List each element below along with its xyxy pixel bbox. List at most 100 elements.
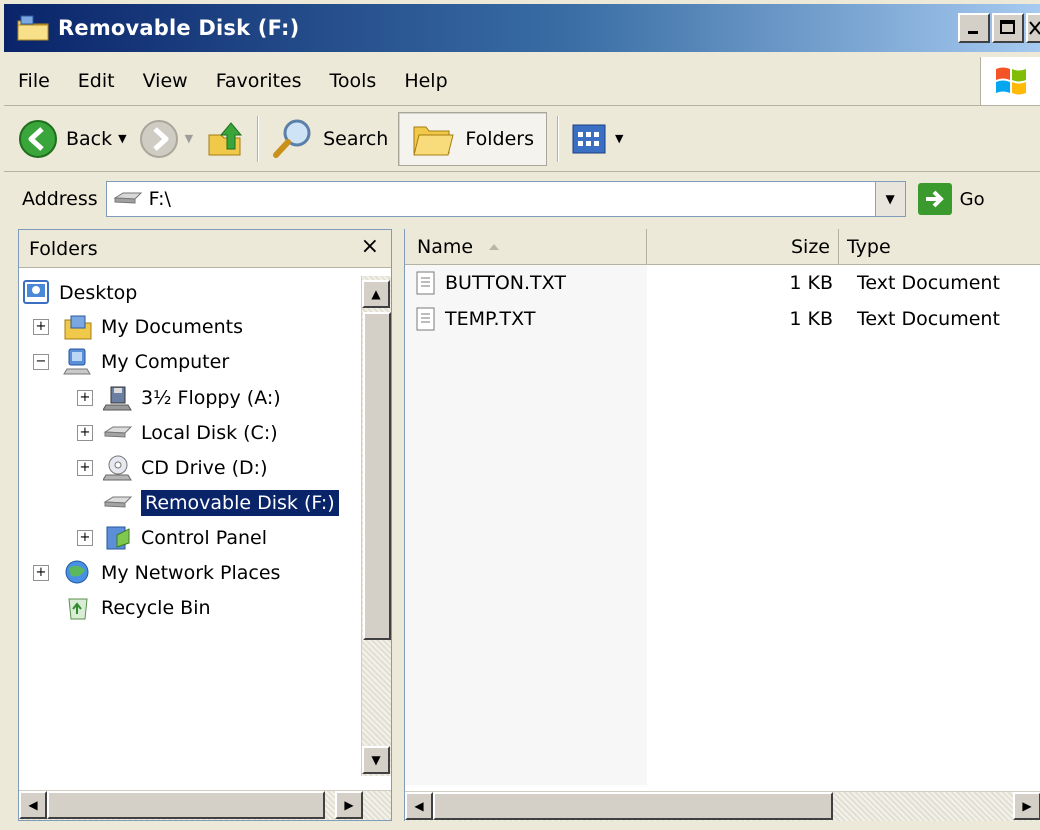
tree-item-my-documents[interactable]: My Documents [63, 310, 243, 344]
maximize-button[interactable] [992, 13, 1024, 43]
address-bar: Address F:\ ▼ Go [4, 172, 1040, 226]
file-size-cell: 1 KB [789, 308, 833, 330]
folders-vertical-scrollbar[interactable]: ▲ ▼ [361, 276, 391, 776]
menu-edit[interactable]: Edit [64, 70, 129, 92]
go-button[interactable]: Go [917, 183, 985, 215]
menu-bar: File Edit View Favorites Tools Help [4, 56, 1040, 106]
minimize-button[interactable] [958, 13, 990, 43]
expand-floppy[interactable]: + [77, 390, 93, 406]
horizontal-scroll-thumb[interactable] [433, 792, 833, 820]
views-button[interactable]: ▼ [565, 112, 629, 166]
my-computer-icon [63, 348, 91, 375]
scroll-up-button[interactable]: ▲ [362, 280, 390, 308]
go-arrow-icon [917, 183, 952, 215]
folders-horizontal-scrollbar[interactable]: ◀ ▶ [19, 790, 391, 820]
address-value: F:\ [148, 188, 171, 210]
column-header-size[interactable]: Size [647, 229, 839, 265]
file-name-cell: TEMP.TXT [415, 301, 535, 337]
close-button[interactable] [1026, 13, 1040, 43]
horizontal-scroll-thumb[interactable] [47, 791, 325, 819]
tree-item-removable-disk-f[interactable]: Removable Disk (F:) [103, 486, 339, 520]
file-list-header: Name Size Type [405, 229, 1040, 265]
vertical-scroll-thumb[interactable] [363, 312, 391, 640]
menu-help[interactable]: Help [390, 70, 461, 92]
scroll-right-button[interactable]: ▶ [1013, 792, 1040, 820]
file-list-horizontal-scrollbar[interactable]: ◀ ▶ [405, 791, 1040, 821]
folders-pane-title: Folders [29, 237, 98, 260]
collapse-my-computer[interactable]: − [33, 354, 49, 370]
forward-button[interactable]: ▼ [133, 112, 199, 166]
cd-drive-icon [103, 455, 132, 481]
column-header-type[interactable]: Type [839, 229, 1040, 265]
menu-favorites[interactable]: Favorites [202, 70, 316, 92]
title-bar[interactable]: Removable Disk (F:) [4, 4, 1040, 52]
file-list: Name Size Type BUTTON.TXT 1 KB Text Docu… [404, 229, 1040, 821]
tree-item-control-panel[interactable]: Control Panel [103, 521, 267, 555]
folders-button[interactable]: Folders [398, 111, 547, 166]
tree-item-cd-drive-d[interactable]: CD Drive (D:) [103, 451, 268, 485]
folders-pane-header: Folders × [19, 230, 391, 268]
tree-item-recycle-bin[interactable]: Recycle Bin [63, 591, 211, 625]
forward-dropdown-icon[interactable]: ▼ [185, 132, 193, 145]
expand-control-panel[interactable]: + [77, 530, 93, 546]
address-dropdown-icon[interactable]: ▼ [874, 182, 905, 216]
up-button[interactable] [199, 112, 251, 166]
folder-tree: Desktop + My Documents − My Computer + 3… [19, 276, 359, 776]
scroll-down-button[interactable]: ▼ [362, 746, 390, 774]
scroll-left-button[interactable]: ◀ [19, 791, 47, 819]
table-row[interactable]: TEMP.TXT 1 KB Text Document [405, 301, 1040, 337]
toolbar-separator [556, 115, 559, 162]
local-disk-icon [103, 426, 133, 438]
back-dropdown-icon[interactable]: ▼ [118, 132, 126, 145]
forward-arrow-icon [139, 119, 178, 158]
control-panel-icon [106, 526, 130, 550]
folders-label: Folders [465, 127, 534, 150]
text-document-icon [416, 307, 435, 331]
tree-item-my-network-places[interactable]: My Network Places [63, 556, 280, 590]
file-size-cell: 1 KB [789, 272, 833, 294]
maximize-icon [1000, 20, 1015, 34]
table-row[interactable]: BUTTON.TXT 1 KB Text Document [405, 265, 1040, 301]
menu-file[interactable]: File [4, 70, 64, 92]
close-icon [1029, 21, 1040, 35]
folders-icon [413, 126, 454, 155]
expand-local-disk[interactable]: + [77, 425, 93, 441]
back-button[interactable]: Back ▼ [12, 112, 133, 166]
folders-pane-close-icon[interactable]: × [361, 234, 379, 259]
my-documents-icon [64, 315, 92, 340]
menu-view[interactable]: View [129, 70, 202, 92]
file-type-cell: Text Document [857, 272, 1000, 294]
views-dropdown-icon[interactable]: ▼ [615, 132, 623, 145]
tree-item-local-disk-c[interactable]: Local Disk (C:) [103, 416, 278, 450]
expand-my-documents[interactable]: + [33, 319, 49, 335]
window-title: Removable Disk (F:) [58, 16, 300, 40]
tree-item-desktop[interactable]: Desktop [21, 276, 137, 310]
menu-tools[interactable]: Tools [316, 70, 391, 92]
views-icon [572, 124, 606, 153]
tree-item-my-computer[interactable]: My Computer [63, 345, 229, 379]
expand-network-places[interactable]: + [33, 565, 49, 581]
standard-toolbar: Back ▼ ▼ Search Folders ▼ [4, 106, 1040, 172]
caption-buttons [958, 13, 1040, 43]
up-folder-icon [208, 121, 243, 155]
folders-pane: Folders × Desktop + My Documents − My Co… [18, 229, 392, 821]
expand-cd-drive[interactable]: + [77, 460, 93, 476]
recycle-bin-icon [68, 598, 88, 620]
minimize-icon [968, 31, 978, 34]
scroll-left-button[interactable]: ◀ [405, 792, 433, 820]
address-input[interactable]: F:\ ▼ [105, 181, 906, 217]
scroll-right-button[interactable]: ▶ [335, 791, 363, 819]
removable-disk-icon [113, 192, 142, 204]
desktop-icon [23, 280, 49, 304]
back-arrow-icon [19, 119, 57, 158]
file-name-cell: BUTTON.TXT [415, 265, 566, 301]
tree-item-floppy-a[interactable]: 3½ Floppy (A:) [103, 381, 281, 415]
removable-disk-icon [103, 496, 133, 508]
search-button[interactable]: Search [265, 112, 394, 166]
folder-icon [17, 15, 49, 41]
back-label: Back [66, 127, 113, 150]
network-places-icon [65, 560, 89, 584]
column-header-name[interactable]: Name [405, 229, 647, 265]
file-type-cell: Text Document [857, 308, 1000, 330]
windows-logo-icon [980, 57, 1040, 105]
